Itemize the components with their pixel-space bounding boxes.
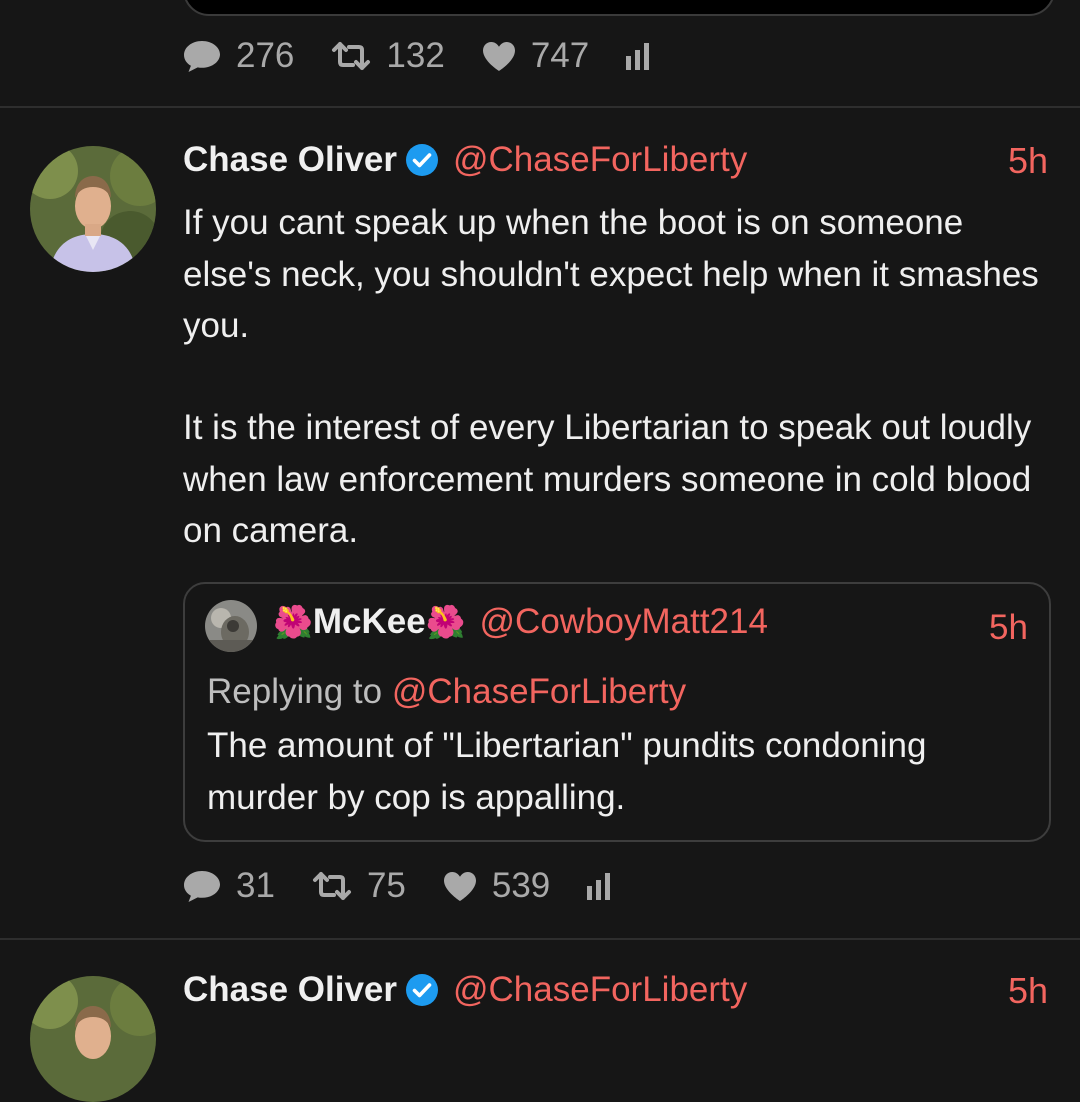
quoted-tweet[interactable]: 🌺 McKee 🌺 @CowboyMatt214 5h Replying to … [183,582,1051,842]
hibiscus-emoji: 🌺 [273,604,313,640]
retweet-icon [332,42,371,70]
retweet-count: 75 [366,866,406,905]
hibiscus-emoji: 🌺 [425,604,466,640]
tweet-divider [0,106,1080,108]
quoted-author-handle[interactable]: @CowboyMatt214 [480,602,768,642]
avatar-photo [30,976,156,1102]
next-tweet-timestamp[interactable]: 5h [1008,970,1048,1012]
retweet-icon [312,872,351,900]
tweet-timestamp[interactable]: 5h [1008,140,1048,182]
quoted-header: 🌺 McKee 🌺 @CowboyMatt214 [273,602,768,642]
reply-action[interactable]: 276 [182,36,294,76]
like-count: 747 [530,36,590,75]
next-tweet-header: Chase Oliver @ChaseForLiberty [183,970,747,1010]
retweet-action[interactable]: 75 [311,866,406,906]
replying-to-label: Replying to [207,672,383,711]
replying-to-line: Replying to @ChaseForLiberty [207,672,686,712]
quoted-author-name[interactable]: McKee [313,602,426,642]
retweet-count: 132 [386,36,445,75]
author-handle[interactable]: @ChaseForLiberty [453,140,747,180]
like-icon [443,872,476,901]
replying-to-handle[interactable]: @ChaseForLiberty [392,672,686,711]
next-tweet-author-handle[interactable]: @ChaseForLiberty [453,970,747,1010]
verified-badge-icon [406,144,438,176]
avatar-photo [30,146,156,272]
like-count: 539 [491,866,551,905]
analytics-action[interactable] [586,872,626,900]
tweet-text-paragraph-1: If you cant speak up when the boot is on… [183,203,1039,345]
tweet-divider [0,938,1080,940]
reply-icon [184,871,220,902]
verified-badge-icon [406,974,438,1006]
quoted-avatar-photo [205,600,257,652]
tweet-stats: 31 75 539 [182,866,662,906]
retweet-action[interactable]: 132 [330,36,445,76]
analytics-icon [587,873,611,900]
analytics-action[interactable] [625,42,665,70]
reply-count: 31 [236,866,275,905]
next-tweet-author-name[interactable]: Chase Oliver [183,970,397,1010]
prev-tweet-media-card[interactable] [183,0,1055,16]
like-icon [482,42,515,71]
tweet-header: Chase Oliver @ChaseForLiberty [183,140,747,180]
author-name[interactable]: Chase Oliver [183,140,397,180]
quoted-timestamp[interactable]: 5h [989,608,1028,648]
reply-count: 276 [236,36,295,75]
prev-tweet-stats: 276 132 747 [182,36,701,76]
reply-icon [184,41,220,72]
avatar[interactable] [30,146,156,272]
like-action[interactable]: 539 [442,866,550,906]
like-action[interactable]: 747 [481,36,589,76]
analytics-icon [626,43,650,70]
tweet-text-paragraph-2: It is the interest of every Libertarian … [183,408,1032,550]
reply-action[interactable]: 31 [182,866,275,906]
next-tweet-avatar[interactable] [30,976,156,1102]
quoted-avatar[interactable] [205,600,257,652]
quoted-text: The amount of "Libertarian" pundits cond… [207,726,927,817]
